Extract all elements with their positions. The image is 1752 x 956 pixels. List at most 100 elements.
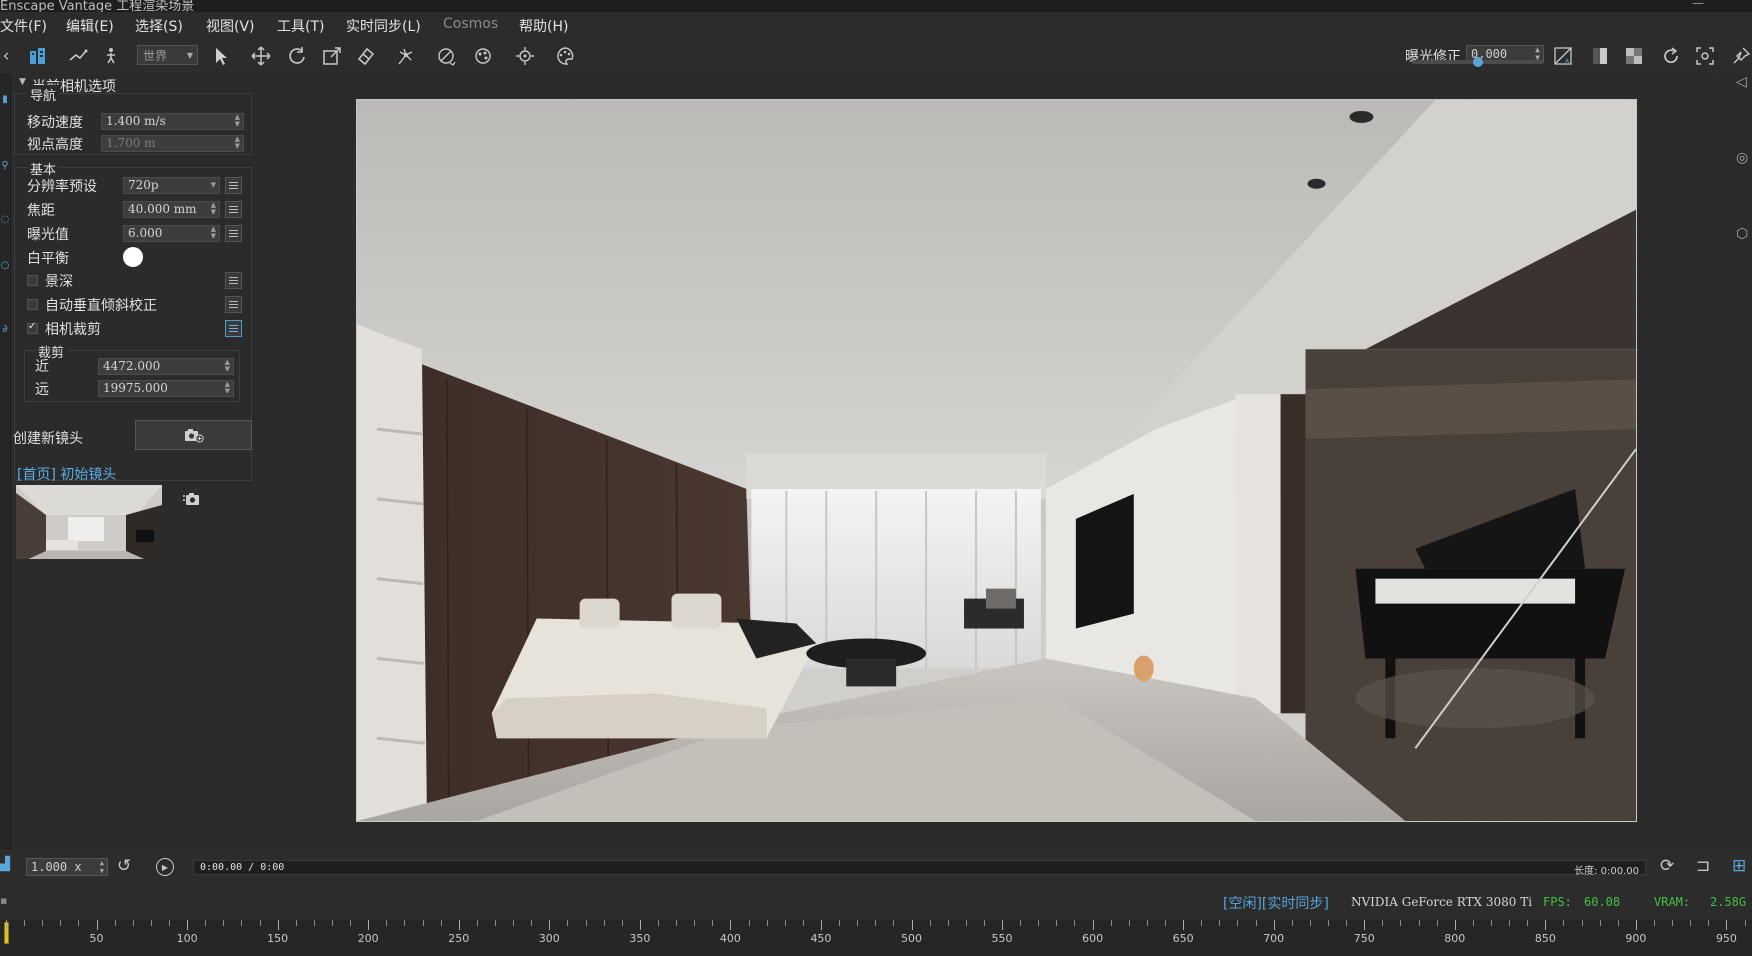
create-camera-button[interactable] [135,420,252,450]
scale-icon[interactable] [320,44,344,68]
rotate-icon[interactable] [285,44,309,68]
ruler-tick [331,920,333,926]
ruler-tick [1237,920,1239,926]
menu-bar: 文件(F) 编辑(E) 选择(S) 视图(V) 工具(T) 实时同步(L) Co… [0,12,1752,38]
spinner-icon[interactable]: ▲ ▼ [211,226,216,240]
near-clip-label: 近 [35,359,49,375]
refresh-icon[interactable] [1659,44,1683,68]
spinner-icon[interactable]: ▲ ▼ [225,381,230,395]
spinner-icon[interactable]: ▲ ▼ [235,114,240,128]
ruler-tick [965,920,967,926]
fly-icon[interactable] [66,44,90,68]
move-speed-field[interactable]: 1.400 m/s ▲ ▼ [101,113,244,130]
eraser-icon[interactable] [354,44,378,68]
camera-clip-label: 相机裁剪 [45,322,101,338]
spinner-icon[interactable]: ▲ ▼ [225,359,230,373]
target-icon[interactable] [513,44,537,68]
tab-material-icon[interactable]: ◌ [0,214,10,228]
ruler-tick [1255,920,1257,926]
exposure-correction-slider[interactable] [1412,57,1544,67]
back-icon[interactable]: ‹ [0,44,12,68]
exposure-value-field[interactable]: 6.000 ▲ ▼ [123,225,220,242]
move-icon[interactable] [249,44,273,68]
select-icon[interactable] [209,44,233,68]
sparkle-icon[interactable] [393,44,417,68]
menu-live-sync[interactable]: 实时同步(L) [346,16,421,36]
depth-of-field-checkbox[interactable] [27,275,38,286]
add-camera-icon [184,429,204,443]
timeline-track[interactable]: 0:00.00 / 0:00 长度: 0:00.00 [193,860,1646,877]
camera-settings-icon[interactable] [182,491,202,511]
ruler-tick [241,920,243,926]
depth-of-field-menu-button[interactable] [225,272,242,289]
loop-icon[interactable]: ↺ [117,856,131,876]
tab-light-icon[interactable]: ○ [0,260,10,274]
tab-camera-icon[interactable]: ▮ [0,94,10,108]
slider-knob[interactable] [1473,57,1483,67]
tab-right-3-icon[interactable]: ⬡ [1736,226,1752,242]
camera-clip-checkbox[interactable] [27,321,38,334]
tab-right-2-icon[interactable]: ◎ [1736,150,1752,166]
paint-icon[interactable] [471,44,495,68]
tab-scene-icon[interactable]: ⚲ [0,160,10,174]
ruler-tick [983,920,985,926]
auto-tilt-menu-button[interactable] [225,296,242,313]
ruler-tick [1146,920,1148,926]
render-frame[interactable] [356,99,1637,822]
tab-link-icon[interactable]: ∂ [0,324,10,338]
ruler-tick [1364,920,1366,930]
far-clip-field[interactable]: 19975.000 ▲ ▼ [98,380,234,397]
brush-icon[interactable] [435,44,459,68]
spinner-icon[interactable]: ▲ ▼ [100,859,104,875]
ruler-tick [350,920,352,926]
buildings-icon[interactable] [26,44,50,68]
render-viewport[interactable] [256,74,1716,849]
ruler-tick [1708,920,1710,926]
walk-icon[interactable] [99,44,123,68]
play-icon[interactable]: ▶ [156,858,174,876]
collapse-arrow-icon[interactable]: ▼ [19,77,26,87]
playback-speed-field[interactable]: 1.000 x ▲ ▼ [26,858,108,876]
eye-height-field[interactable]: 1.700 m ▲ ▼ [101,135,244,152]
white-balance-swatch[interactable] [123,247,143,267]
checker-icon[interactable] [1622,44,1646,68]
exposure-value-menu-button[interactable] [225,225,242,242]
minimize-icon[interactable]: — [1692,0,1704,10]
split-view-icon[interactable] [1588,44,1612,68]
clapper-icon[interactable]: ▟ [0,857,10,872]
ruler-tick [277,920,279,930]
tab-right-1-icon[interactable]: ◁ [1736,74,1752,90]
camera-path-icon[interactable]: ⟳ [1660,856,1674,876]
resolution-menu-button[interactable] [225,177,242,194]
auto-tilt-checkbox[interactable] [27,299,38,310]
focal-length-menu-button[interactable] [225,201,242,218]
camera-clip-menu-button[interactable] [225,320,242,337]
export-video-icon[interactable]: ⊐ [1696,856,1710,876]
menu-file[interactable]: 文件(F) [0,16,47,36]
pin-icon[interactable] [1729,44,1752,68]
ruler-tick [1002,920,1004,930]
ruler-tick [1472,920,1474,926]
frame-ruler[interactable]: 50 100 150 200 250 300 350 400 450 500 550 600 650 70… [0,920,1752,956]
menu-cosmos[interactable]: Cosmos [443,16,498,32]
near-clip-field[interactable]: 4472.000 ▲ ▼ [98,358,234,375]
menu-tools[interactable]: 工具(T) [277,16,324,36]
focal-length-field[interactable]: 40.000 mm ▲ ▼ [123,201,220,218]
ruler-tick [313,920,315,926]
spinner-icon[interactable]: ▲ ▼ [211,202,216,216]
menu-help[interactable]: 帮助(H) [519,16,568,36]
ruler-label: 800 [1444,932,1466,945]
coordinate-space-select[interactable]: 世界 ▼ [137,45,198,65]
menu-view[interactable]: 视图(V) [206,16,255,36]
camera-list-item-title[interactable]: [首页] 初始镜头 [17,464,116,484]
camera-thumbnail[interactable] [16,485,162,559]
compare-icon[interactable]: A [1551,44,1575,68]
render-video-icon[interactable]: ⊞ [1732,856,1746,876]
resolution-select[interactable]: 720p ▼ [123,177,220,194]
menu-select[interactable]: 选择(S) [135,16,183,36]
ruler-label: 50 [89,932,104,945]
capture-icon[interactable] [1693,44,1717,68]
menu-edit[interactable]: 编辑(E) [66,16,114,36]
palette-icon[interactable] [553,44,577,68]
spinner-icon[interactable]: ▲ ▼ [235,136,240,150]
